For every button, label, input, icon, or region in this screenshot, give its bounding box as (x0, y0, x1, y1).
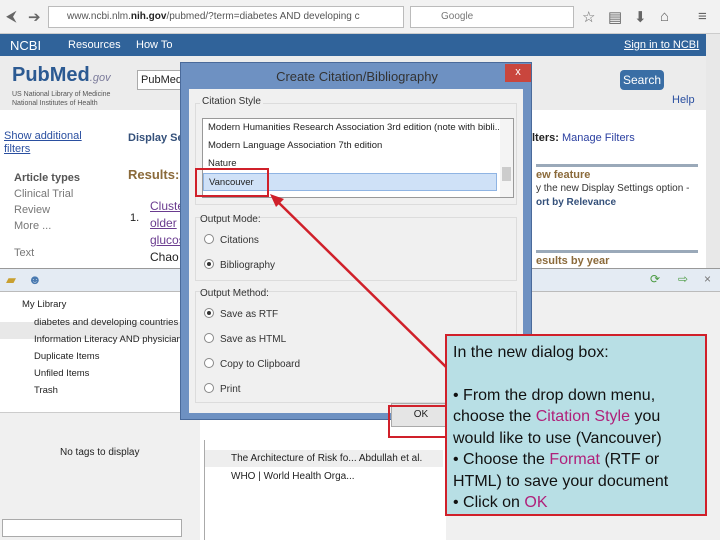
callout-intro: In the new dialog box: (453, 344, 609, 361)
callout-step-2: • Choose the Format (RTF or HTML) to sav… (453, 451, 669, 490)
instruction-callout: In the new dialog box: • From the drop d… (445, 334, 707, 516)
callout-step-3: • Click on OK (453, 494, 548, 511)
callout-step-1: • From the drop down menu, choose the Ci… (453, 386, 662, 447)
